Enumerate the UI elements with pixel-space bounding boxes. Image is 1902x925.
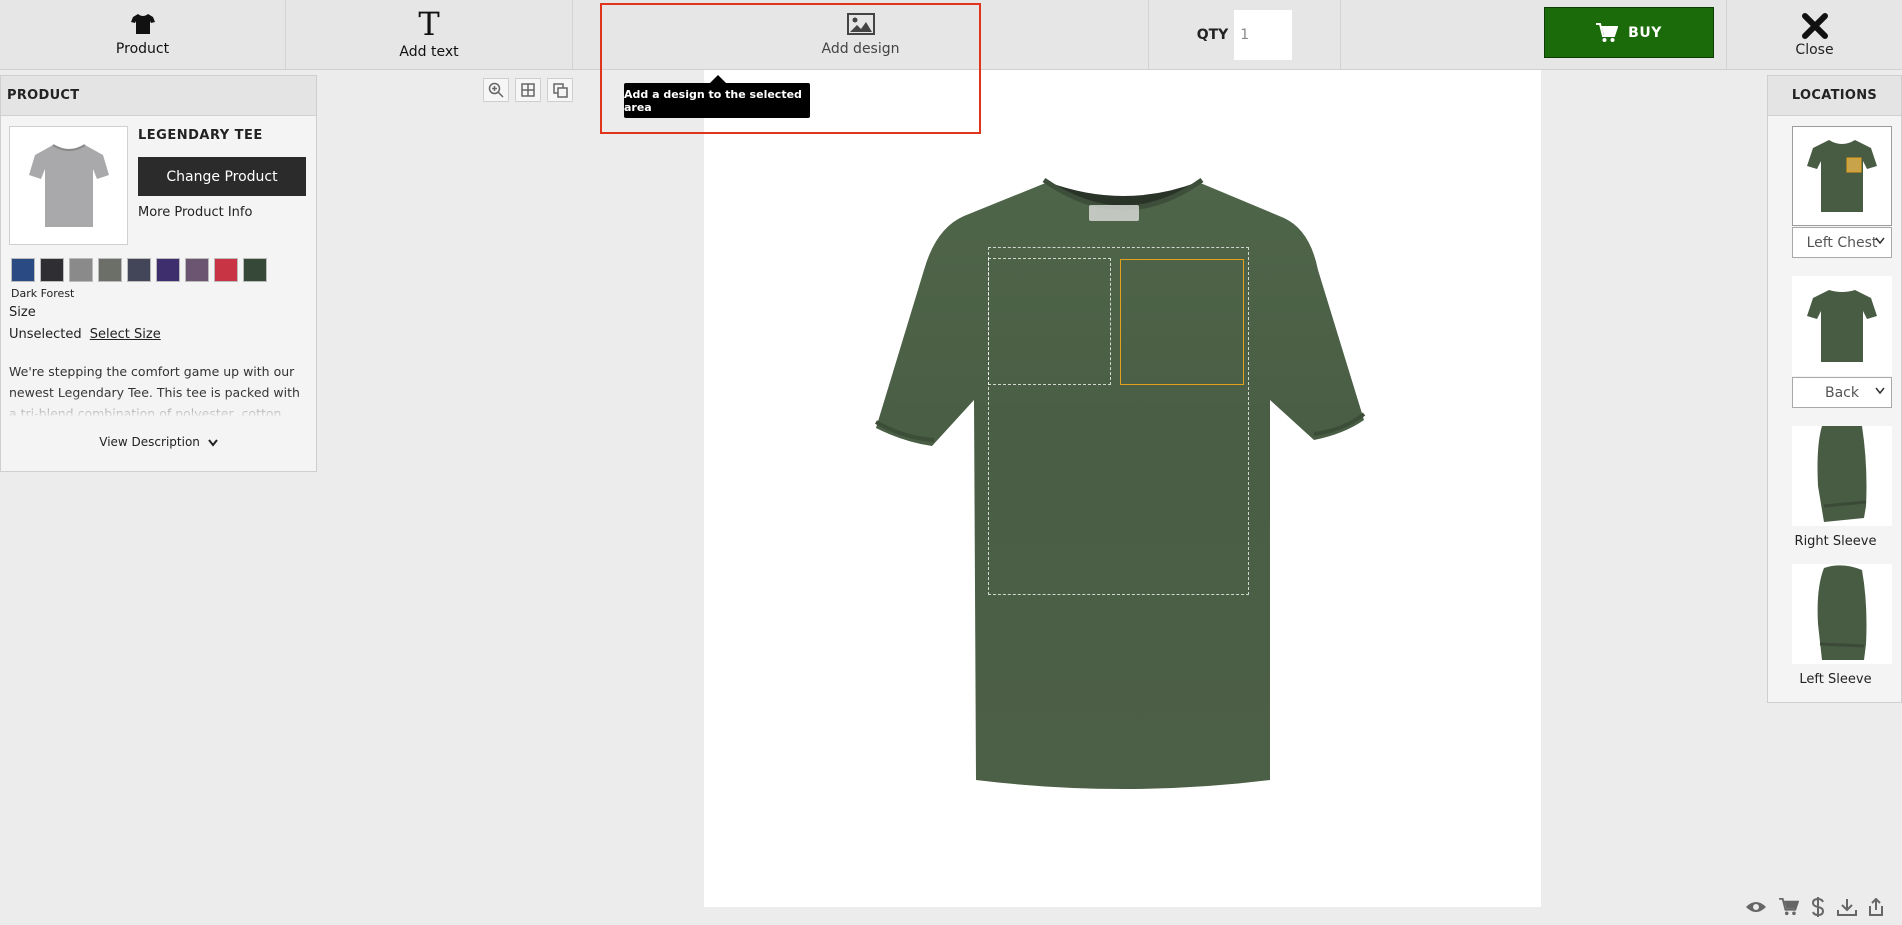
location-label-left-sleeve: Left Sleeve <box>1799 672 1872 687</box>
grid-button[interactable] <box>515 78 541 102</box>
chevron-down-icon <box>1875 237 1885 245</box>
color-swatch[interactable] <box>185 258 209 282</box>
location-select-left-chest[interactable]: Left Chest <box>1792 227 1892 258</box>
download-icon <box>1837 899 1857 916</box>
grid-icon <box>521 83 535 97</box>
locations-panel: LOCATIONS Left Chest Back Right Sleeve L… <box>1767 75 1902 703</box>
text-icon: T <box>418 4 440 43</box>
share-icon <box>1869 898 1883 916</box>
size-label: Size <box>9 305 36 320</box>
product-thumbnail[interactable] <box>9 126 128 245</box>
product-tool-label: Product <box>115 40 170 57</box>
location-thumb-left-chest[interactable] <box>1792 126 1892 226</box>
download-button[interactable] <box>1837 898 1857 916</box>
location-select-left-chest-label: Left Chest <box>1806 234 1878 251</box>
color-swatch[interactable] <box>127 258 151 282</box>
select-size-link[interactable]: Select Size <box>90 327 161 342</box>
location-thumb-left-sleeve[interactable] <box>1792 564 1892 664</box>
color-swatch[interactable] <box>156 258 180 282</box>
color-swatches <box>11 258 267 282</box>
cart-icon <box>1779 898 1799 916</box>
product-name: LEGENDARY TEE <box>138 128 263 143</box>
quantity-input[interactable] <box>1234 9 1293 60</box>
view-description-label: View Description <box>99 435 200 449</box>
cart-icon <box>1596 22 1619 42</box>
bottom-actions <box>1745 897 1883 917</box>
product-tool-button[interactable]: Product <box>0 0 286 69</box>
add-design-tooltip: Add a design to the selected area <box>624 75 810 118</box>
color-swatch[interactable] <box>40 258 64 282</box>
print-area-left-chest-selected[interactable] <box>1120 259 1244 385</box>
close-icon <box>1801 12 1828 39</box>
location-select-back[interactable]: Back <box>1792 377 1892 408</box>
copy-icon <box>552 82 568 98</box>
chevron-down-icon <box>1875 387 1885 395</box>
color-swatch[interactable] <box>214 258 238 282</box>
print-area-right-chest[interactable] <box>988 258 1111 385</box>
add-design-button[interactable]: Add design <box>573 0 1149 69</box>
location-label-right-sleeve: Right Sleeve <box>1794 534 1877 549</box>
size-value: Unselected <box>9 327 82 342</box>
change-product-button[interactable]: Change Product <box>138 157 306 196</box>
preview-button[interactable] <box>1745 900 1767 914</box>
quantity-group: QTY <box>1149 0 1341 69</box>
pricing-button[interactable] <box>1811 897 1825 917</box>
color-swatch[interactable] <box>11 258 35 282</box>
more-product-info-link[interactable]: More Product Info <box>138 205 252 220</box>
image-icon <box>846 12 875 35</box>
color-swatch[interactable] <box>69 258 93 282</box>
location-thumb-right-sleeve[interactable] <box>1792 426 1892 526</box>
product-panel-header: PRODUCT <box>1 76 316 116</box>
size-row: Unselected Select Size <box>9 327 161 342</box>
location-select-back-label: Back <box>1825 384 1859 401</box>
close-label: Close <box>1795 41 1834 58</box>
buy-button[interactable]: BUY <box>1544 7 1714 58</box>
description-fade <box>1 394 316 418</box>
add-text-label: Add text <box>399 43 459 60</box>
add-text-button[interactable]: T Add text <box>286 0 573 69</box>
view-description-toggle[interactable]: View Description <box>1 435 316 449</box>
chevron-down-icon <box>207 438 218 447</box>
share-button[interactable] <box>1869 898 1883 916</box>
cart-button[interactable] <box>1779 898 1799 916</box>
dollar-icon <box>1811 897 1825 917</box>
zoom-in-icon <box>488 82 504 98</box>
eye-icon <box>1746 902 1766 912</box>
buy-label: BUY <box>1628 24 1662 41</box>
top-toolbar: Product T Add text Add design QTY BUY Cl… <box>0 0 1902 70</box>
color-swatch[interactable] <box>98 258 122 282</box>
color-swatch[interactable] <box>243 258 267 282</box>
location-thumb-back[interactable] <box>1792 276 1892 376</box>
locations-header: LOCATIONS <box>1768 76 1901 116</box>
close-button[interactable]: Close <box>1726 0 1902 69</box>
add-design-label: Add design <box>821 40 900 57</box>
design-canvas[interactable] <box>704 70 1541 907</box>
tshirt-icon <box>130 13 155 34</box>
zoom-button[interactable] <box>483 78 509 102</box>
selected-color-name: Dark Forest <box>11 287 75 300</box>
design-tools <box>483 78 573 102</box>
duplicate-button[interactable] <box>547 78 573 102</box>
qty-label: QTY <box>1196 26 1229 43</box>
product-panel: PRODUCT LEGENDARY TEE Change Product Mor… <box>0 75 317 472</box>
